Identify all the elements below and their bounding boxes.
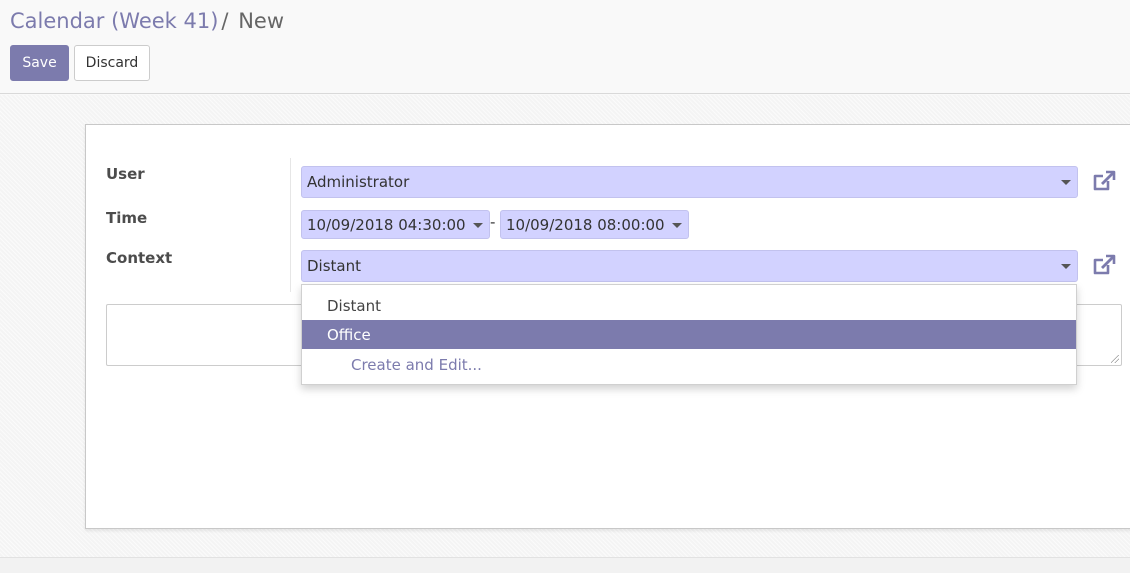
context-label: Context [106, 249, 173, 267]
bottom-strip [0, 557, 1130, 573]
caret-down-icon[interactable] [473, 222, 483, 228]
control-panel: Calendar (Week 41) / New Save Discard [0, 0, 1130, 94]
resize-handle-icon[interactable] [1111, 355, 1119, 363]
time-range-separator: - [490, 213, 496, 231]
user-select[interactable]: Administrator [301, 166, 1078, 198]
time-start-field[interactable]: 10/09/2018 04:30:00 [301, 210, 490, 239]
user-select-value: Administrator [307, 173, 410, 191]
time-start-value: 10/09/2018 04:30:00 [307, 215, 466, 234]
breadcrumb-separator: / [221, 9, 229, 33]
breadcrumb: Calendar (Week 41) / New [10, 9, 284, 33]
dropdown-option-office[interactable]: Office [302, 320, 1076, 349]
breadcrumb-current: New [238, 9, 284, 33]
caret-down-icon[interactable] [672, 222, 682, 228]
dropdown-option-distant[interactable]: Distant [302, 291, 1076, 320]
time-end-field[interactable]: 10/09/2018 08:00:00 [500, 210, 689, 239]
context-dropdown-menu: Distant Office Create and Edit... [301, 284, 1077, 385]
external-link-icon[interactable] [1091, 168, 1117, 194]
time-end-value: 10/09/2018 08:00:00 [506, 215, 665, 234]
label-divider [290, 158, 291, 292]
discard-button[interactable]: Discard [74, 45, 150, 81]
external-link-icon[interactable] [1091, 252, 1117, 278]
caret-down-icon[interactable] [1061, 264, 1071, 269]
save-button[interactable]: Save [10, 45, 69, 81]
breadcrumb-calendar-link[interactable]: Calendar (Week 41) [10, 9, 218, 33]
context-select-value: Distant [307, 257, 361, 275]
caret-down-icon[interactable] [1061, 180, 1071, 185]
dropdown-create-and-edit[interactable]: Create and Edit... [302, 350, 1076, 379]
user-label: User [106, 165, 145, 183]
context-select[interactable]: Distant [301, 250, 1078, 282]
time-label: Time [106, 209, 148, 227]
